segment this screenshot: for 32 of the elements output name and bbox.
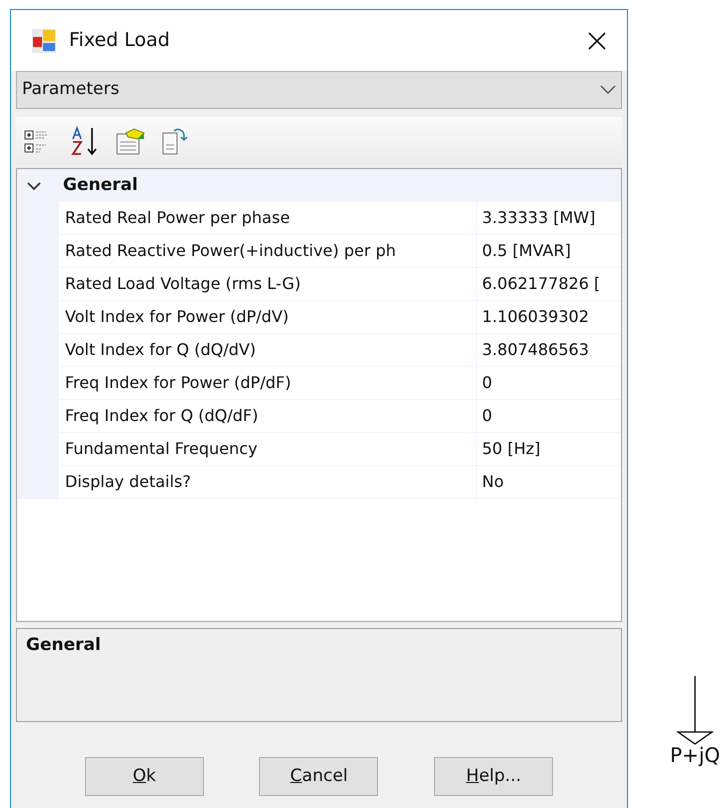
property-value[interactable]: 0.5 [MVAR]: [477, 235, 621, 267]
window-title: Fixed Load: [69, 28, 170, 54]
property-value[interactable]: 0: [477, 400, 621, 432]
app-icon: [31, 28, 57, 54]
property-value[interactable]: 1.106039302: [477, 301, 621, 333]
category-row[interactable]: General: [17, 169, 621, 202]
property-name: Rated Real Power per phase: [59, 202, 477, 234]
property-value[interactable]: 6.062177826 [: [477, 268, 621, 300]
chevron-down-icon[interactable]: [27, 180, 41, 190]
load-arrow-icon: [675, 675, 716, 745]
chevron-down-icon: [600, 85, 616, 95]
property-value[interactable]: 3.807486563: [477, 334, 621, 366]
property-value[interactable]: No: [477, 466, 621, 498]
property-name: Volt Index for Power (dP/dV): [59, 301, 477, 333]
property-name: Display details?: [59, 466, 477, 498]
section-dropdown[interactable]: Parameters: [16, 71, 622, 109]
property-name: Fundamental Frequency: [59, 433, 477, 465]
close-icon[interactable]: [587, 30, 607, 50]
load-label: P+jQ: [670, 745, 720, 765]
property-name: Freq Index for Power (dP/dF): [59, 367, 477, 399]
property-name: Rated Load Voltage (rms L-G): [59, 268, 477, 300]
dialog-button[interactable]: Help...: [434, 757, 554, 796]
property-name: Freq Index for Q (dQ/dF): [59, 400, 477, 432]
category-label: General: [63, 174, 138, 197]
property-value[interactable]: 0: [477, 367, 621, 399]
dialog-button[interactable]: Cancel: [259, 757, 378, 796]
property-value[interactable]: 50 [Hz]: [477, 433, 621, 465]
property-name: Rated Reactive Power(+inductive) per ph: [59, 235, 477, 267]
dialog-button[interactable]: Ok: [84, 757, 204, 796]
description-title: General: [26, 635, 101, 655]
property-name: Volt Index for Q (dQ/dV): [59, 334, 477, 366]
property-value[interactable]: 3.33333 [MW]: [477, 202, 621, 234]
